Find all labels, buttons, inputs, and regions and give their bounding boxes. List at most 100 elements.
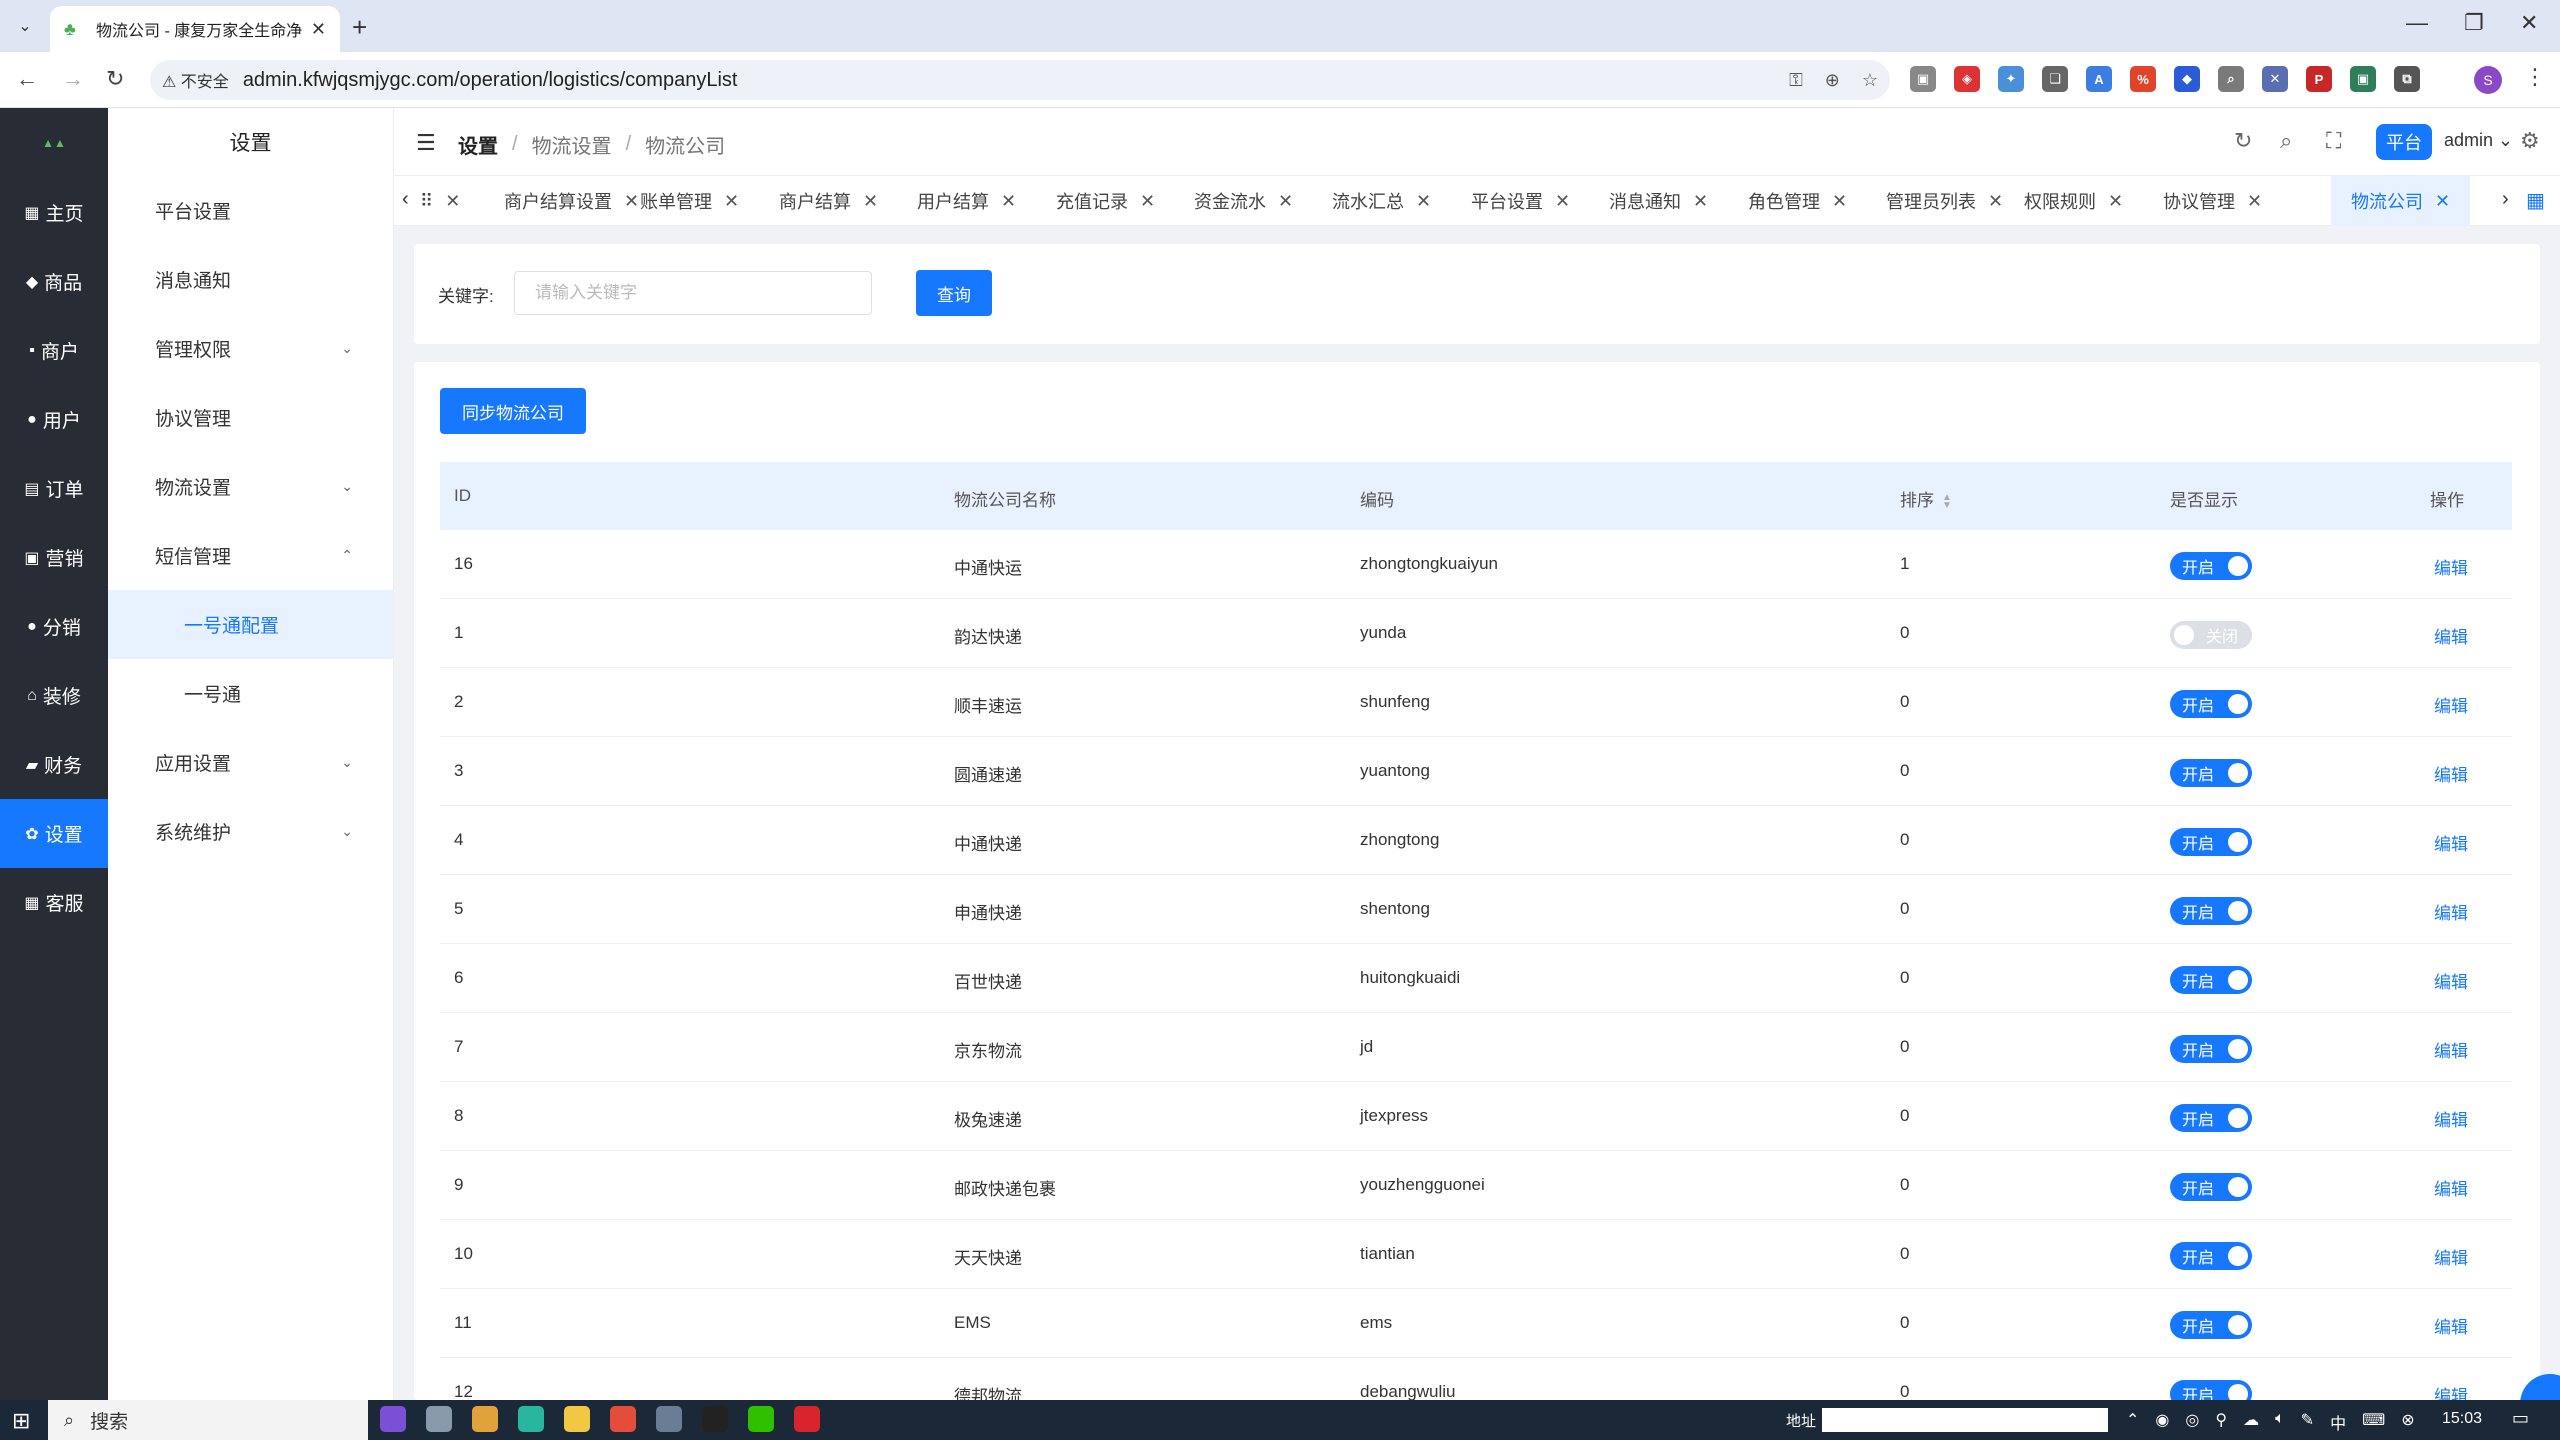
volume-icon[interactable]: 🔈︎ (2275, 1410, 2285, 1434)
address-bar[interactable]: ⚠ 不安全 admin.kfwjqsmjygc.com/operation/lo… (150, 60, 1890, 100)
notifications-icon[interactable]: ▭ (2512, 1408, 2529, 1429)
screenshot-extension-icon[interactable]: ▣ (1910, 66, 1936, 92)
sync-logistics-button[interactable]: 同步物流公司 (440, 388, 586, 434)
column-header-sort[interactable]: 排序 ▲ ▼ (1900, 486, 1952, 511)
page-tab[interactable]: 用户结算 ✕ (917, 176, 1016, 226)
tab-search-chevron-icon[interactable]: ⌄ (10, 12, 40, 40)
edit-link[interactable]: 编辑 (2434, 761, 2468, 786)
close-tab-icon[interactable]: ✕ (1832, 191, 1847, 212)
submenu-item-0[interactable]: 平台设置 (108, 176, 393, 245)
visibility-toggle[interactable]: 开启 (2170, 759, 2252, 787)
sidebar-item-6[interactable]: ● 分销 (0, 592, 108, 661)
edit-link[interactable]: 编辑 (2434, 1382, 2468, 1400)
visibility-toggle[interactable]: 开启 (2170, 1173, 2252, 1201)
tabs-scroll-right-icon[interactable]: › (2502, 188, 2509, 211)
page-tab[interactable]: 消息通知 ✕ (1609, 176, 1708, 226)
settings-app-icon[interactable] (426, 1406, 452, 1432)
platform-button[interactable]: 平台 (2376, 124, 2432, 160)
page-tab[interactable]: 资金流水 ✕ (1194, 176, 1293, 226)
sidebar-item-0[interactable]: ▦ 主页 (0, 178, 108, 247)
tray-app-icon[interactable]: ⚲ (2215, 1410, 2227, 1434)
minimize-window-icon[interactable]: — (2406, 10, 2428, 36)
submenu-item-1[interactable]: 消息通知 (108, 245, 393, 314)
ime-indicator[interactable]: 中 (2330, 1410, 2346, 1434)
badge-extension-icon[interactable]: ◆ (2174, 66, 2200, 92)
zoom-icon[interactable]: ⊕ (1825, 70, 1840, 91)
visibility-toggle[interactable]: 开启 (2170, 966, 2252, 994)
page-tab[interactable]: 协议管理 ✕ (2163, 176, 2262, 226)
edit-link[interactable]: 编辑 (2434, 1313, 2468, 1338)
taskbar-address-input[interactable] (1822, 1408, 2108, 1432)
browser-tab-active[interactable]: ♣ 物流公司 - 康复万家全生命净化 ✕ (50, 6, 340, 52)
back-arrow-icon[interactable]: ← (16, 66, 38, 92)
sidebar-item-10[interactable]: ▦ 客服 (0, 868, 108, 937)
close-tab-icon[interactable]: ✕ (445, 191, 460, 212)
tabs-grid-icon[interactable]: ▦ (2526, 188, 2545, 213)
wps-app-icon[interactable] (794, 1406, 820, 1432)
close-tab-icon[interactable]: ✕ (1555, 191, 1570, 212)
close-tab-icon[interactable]: ✕ (1988, 191, 2003, 212)
shield-extension-icon[interactable]: ◈ (1954, 66, 1980, 92)
green-extension-icon[interactable]: ▣ (2350, 66, 2376, 92)
reader-extension-icon[interactable]: % (2130, 66, 2156, 92)
copy-extension-icon[interactable]: ❏ (2042, 66, 2068, 92)
sidebar-item-4[interactable]: ▤ 订单 (0, 454, 108, 523)
taskbar-search[interactable]: ⌕ 搜索 (48, 1400, 368, 1440)
page-tab[interactable]: 账单管理 ✕ (640, 176, 739, 226)
page-tab[interactable]: 商户结算 ✕ (779, 176, 878, 226)
wechat-app-icon[interactable] (748, 1406, 774, 1432)
submenu-item-3[interactable]: 协议管理 (108, 383, 393, 452)
fullscreen-icon[interactable]: ⛶ (2326, 128, 2341, 154)
tree-extension-icon[interactable]: ✦ (1998, 66, 2024, 92)
edit-link[interactable]: 编辑 (2434, 692, 2468, 717)
tiktok-app-icon[interactable] (702, 1406, 728, 1432)
pdf-extension-icon[interactable]: P (2306, 66, 2332, 92)
tabs-scroll-left-icon[interactable]: ‹ (402, 188, 409, 211)
visibility-toggle[interactable]: 开启 (2170, 552, 2252, 580)
visibility-toggle[interactable]: 开启 (2170, 1311, 2252, 1339)
page-tab[interactable]: 流水汇总 ✕ (1332, 176, 1431, 226)
search-extension-icon[interactable]: ⌕ (2218, 66, 2244, 92)
edit-link[interactable]: 编辑 (2434, 899, 2468, 924)
close-tab-icon[interactable]: ✕ (1001, 191, 1016, 212)
sidebar-item-3[interactable]: ● 用户 (0, 385, 108, 454)
keyword-input[interactable] (514, 271, 872, 315)
browser-menu-icon[interactable]: ⋮ (2524, 64, 2546, 90)
bookmark-star-icon[interactable]: ☆ (1862, 70, 1878, 91)
sidebar-item-1[interactable]: ◆ 商品 (0, 247, 108, 316)
visibility-toggle[interactable]: 开启 (2170, 1242, 2252, 1270)
restore-window-icon[interactable]: ❐ (2464, 10, 2484, 36)
close-tab-icon[interactable]: ✕ (1693, 191, 1708, 212)
app-icon[interactable] (380, 1406, 406, 1432)
page-tab[interactable]: 平台设置 ✕ (1471, 176, 1570, 226)
edit-link[interactable]: 编辑 (2434, 830, 2468, 855)
chrome-app-icon[interactable] (610, 1406, 636, 1432)
sidebar-item-7[interactable]: ⌂ 装修 (0, 661, 108, 730)
sidebar-item-8[interactable]: ▰ 财务 (0, 730, 108, 799)
translate-extension-icon[interactable]: A (2086, 66, 2112, 92)
explorer-app-icon[interactable] (472, 1406, 498, 1432)
menu-collapse-icon[interactable]: ☰ (416, 130, 436, 156)
close-tab-icon[interactable]: ✕ (1416, 191, 1431, 212)
app-icon[interactable] (518, 1406, 544, 1432)
page-tab[interactable]: 充值记录 ✕ (1056, 176, 1155, 226)
page-tab[interactable]: 商户结算设置 ✕ (504, 176, 639, 226)
url-text[interactable]: admin.kfwjqsmjygc.com/operation/logistic… (243, 69, 1767, 92)
folder-app-icon[interactable] (564, 1406, 590, 1432)
sidebar-item-9[interactable]: ✿ 设置 (0, 799, 108, 868)
forward-arrow-icon[interactable]: → (62, 66, 84, 92)
new-tab-plus-icon[interactable]: + (352, 12, 367, 43)
close-tab-icon[interactable]: ✕ (724, 191, 739, 212)
tray-app-icon[interactable]: ◉ (2155, 1410, 2169, 1434)
page-tab[interactable]: 管理员列表 ✕ (1886, 176, 2003, 226)
edit-link[interactable]: 编辑 (2434, 1175, 2468, 1200)
breadcrumb-item-settings[interactable]: 设置 (458, 130, 498, 159)
visibility-toggle[interactable]: 开启 (2170, 1104, 2252, 1132)
keyboard-icon[interactable]: ⌨ (2362, 1410, 2385, 1434)
pen-icon[interactable]: ✎ (2301, 1410, 2314, 1434)
clock[interactable]: 15:03 (2442, 1410, 2482, 1428)
close-tab-icon[interactable]: ✕ (311, 19, 326, 40)
app-icon[interactable] (656, 1406, 682, 1432)
search-icon[interactable]: ⌕ (2280, 128, 2292, 154)
submenu-item-8[interactable]: 应用设置 ⌄ (108, 728, 393, 797)
